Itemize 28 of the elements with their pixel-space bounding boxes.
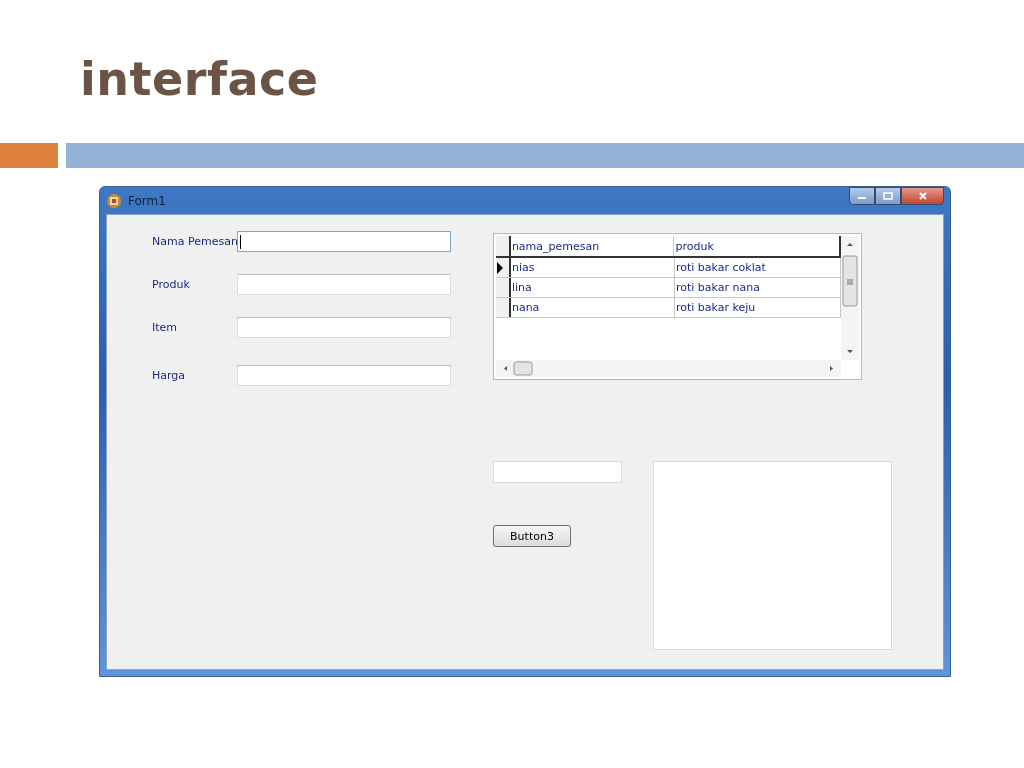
input-field[interactable] <box>237 231 451 252</box>
maximize-button[interactable] <box>875 187 901 205</box>
memo-field[interactable] <box>653 461 892 650</box>
input-field[interactable] <box>237 317 451 338</box>
input-field[interactable] <box>237 365 451 386</box>
row-indicator[interactable] <box>496 258 511 277</box>
field-label: Produk <box>152 278 191 291</box>
close-icon <box>917 192 928 200</box>
window-title: Form1 <box>128 193 167 208</box>
app-icon <box>106 192 122 209</box>
table-cell: lina <box>510 278 675 297</box>
button[interactable]: Button3 <box>493 525 571 547</box>
row-indicator[interactable] <box>496 298 511 317</box>
text-cursor <box>240 234 241 249</box>
row-pointer-icon <box>496 261 504 274</box>
slide-title: interface <box>79 51 320 108</box>
accent-block <box>0 143 58 168</box>
field-label: Nama Pemesan <box>152 235 237 248</box>
row-indicator[interactable] <box>496 278 511 297</box>
table-cell: nias <box>510 258 675 277</box>
close-button[interactable] <box>901 187 944 205</box>
table-cell: nana <box>510 298 675 317</box>
column-header[interactable]: nama_pemesan <box>510 236 675 256</box>
field-label: Item <box>152 321 179 334</box>
maximize-icon <box>883 192 893 200</box>
field-label: Harga <box>152 369 187 382</box>
minimize-button[interactable] <box>849 187 875 205</box>
input-field[interactable] <box>237 274 451 295</box>
